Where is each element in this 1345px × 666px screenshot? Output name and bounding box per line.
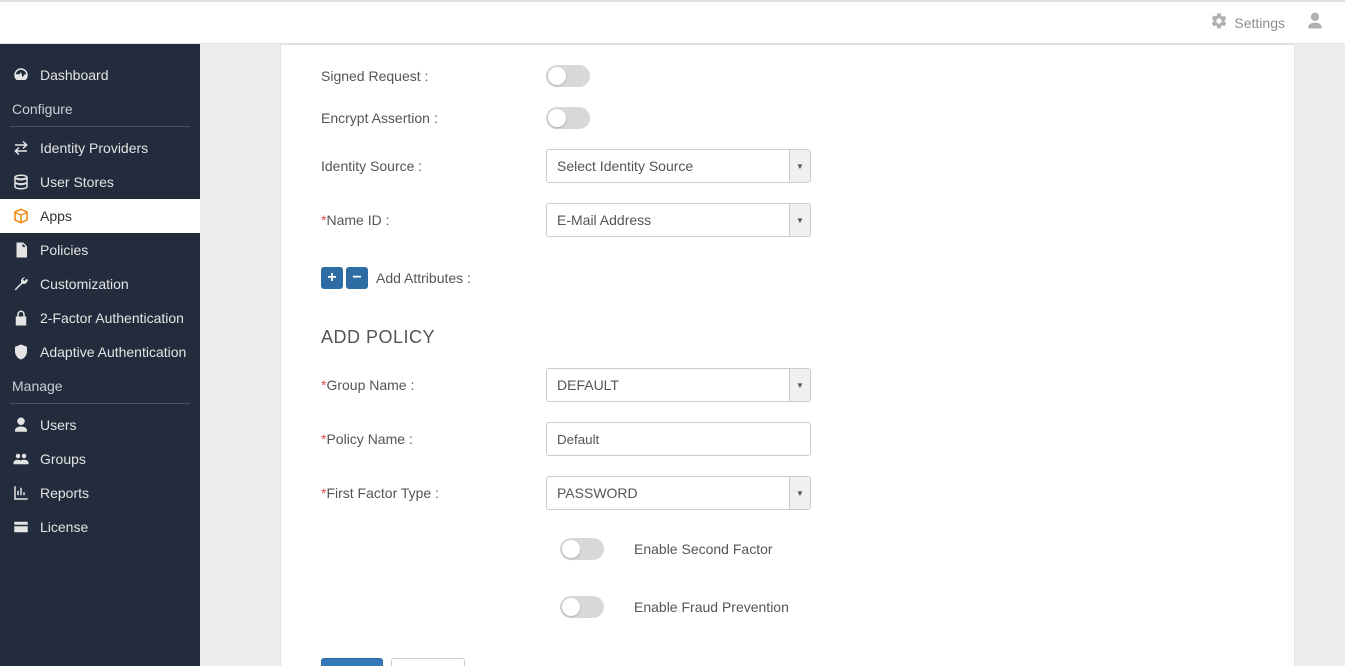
sidebar-label: Policies	[40, 242, 88, 258]
user-icon	[1305, 18, 1325, 34]
sidebar-label: Adaptive Authentication	[40, 344, 186, 360]
policy-name-input[interactable]	[546, 422, 811, 456]
sidebar-item-customization[interactable]: Customization	[0, 267, 200, 301]
identity-source-select[interactable]: Select Identity Source	[546, 149, 811, 183]
wrench-icon	[12, 275, 30, 293]
enable-second-factor-label: Enable Second Factor	[634, 541, 773, 557]
group-name-value: DEFAULT	[557, 377, 619, 393]
divider	[10, 126, 190, 127]
exchange-icon	[12, 139, 30, 157]
name-id-label: *Name ID :	[321, 212, 546, 228]
sidebar-item-dashboard[interactable]: Dashboard	[0, 58, 200, 92]
name-id-select[interactable]: E-Mail Address	[546, 203, 811, 237]
sidebar-item-policies[interactable]: Policies	[0, 233, 200, 267]
first-factor-value: PASSWORD	[557, 485, 638, 501]
user-icon	[12, 416, 30, 434]
sidebar-item-reports[interactable]: Reports	[0, 476, 200, 510]
settings-label: Settings	[1234, 15, 1285, 31]
sidebar-item-2fa[interactable]: 2-Factor Authentication	[0, 301, 200, 335]
sidebar-label: Groups	[40, 451, 86, 467]
lock-icon	[12, 309, 30, 327]
sidebar-label: 2-Factor Authentication	[40, 310, 184, 326]
chart-icon	[12, 484, 30, 502]
sidebar-label: Customization	[40, 276, 129, 292]
dashboard-icon	[12, 66, 30, 84]
sidebar-label: Dashboard	[40, 67, 109, 83]
group-name-select[interactable]: DEFAULT	[546, 368, 811, 402]
enable-second-factor-toggle[interactable]	[560, 538, 604, 560]
form-card: Signed Request : Encrypt Assertion : Ide…	[280, 44, 1295, 666]
database-icon	[12, 173, 30, 191]
group-icon	[12, 450, 30, 468]
name-id-value: E-Mail Address	[557, 212, 651, 228]
remove-attribute-button[interactable]: −	[346, 267, 368, 289]
divider	[10, 403, 190, 404]
sidebar-label: User Stores	[40, 174, 114, 190]
box-icon	[12, 207, 30, 225]
save-button[interactable]: Save	[321, 658, 383, 666]
shield-icon	[12, 343, 30, 361]
first-factor-select[interactable]: PASSWORD	[546, 476, 811, 510]
cancel-button[interactable]: Cancel	[391, 658, 465, 666]
sidebar: Dashboard Configure Identity Providers U…	[0, 44, 200, 666]
user-menu[interactable]	[1305, 11, 1325, 34]
sidebar-item-user-stores[interactable]: User Stores	[0, 165, 200, 199]
sidebar-item-license[interactable]: License	[0, 510, 200, 544]
sidebar-item-apps[interactable]: Apps	[0, 199, 200, 233]
identity-source-label: Identity Source :	[321, 158, 546, 174]
settings-link[interactable]: Settings	[1210, 12, 1285, 33]
document-icon	[12, 241, 30, 259]
identity-source-value: Select Identity Source	[557, 158, 693, 174]
sidebar-section-configure: Configure	[0, 92, 200, 126]
add-attribute-button[interactable]: +	[321, 267, 343, 289]
sidebar-label: License	[40, 519, 88, 535]
gear-icon	[1210, 12, 1234, 33]
policy-name-label: *Policy Name :	[321, 431, 546, 447]
sidebar-item-adaptive-auth[interactable]: Adaptive Authentication	[0, 335, 200, 369]
sidebar-label: Apps	[40, 208, 72, 224]
sidebar-item-users[interactable]: Users	[0, 408, 200, 442]
topbar: Settings	[0, 0, 1345, 44]
encrypt-assertion-label: Encrypt Assertion :	[321, 110, 546, 126]
sidebar-section-manage: Manage	[0, 369, 200, 403]
add-attributes-label: Add Attributes :	[376, 270, 471, 286]
enable-fraud-prevention-label: Enable Fraud Prevention	[634, 599, 789, 615]
sidebar-label: Reports	[40, 485, 89, 501]
first-factor-label: *First Factor Type :	[321, 485, 546, 501]
sidebar-label: Identity Providers	[40, 140, 148, 156]
signed-request-label: Signed Request :	[321, 68, 546, 84]
main-content: Signed Request : Encrypt Assertion : Ide…	[200, 44, 1345, 666]
sidebar-item-identity-providers[interactable]: Identity Providers	[0, 131, 200, 165]
signed-request-toggle[interactable]	[546, 65, 590, 87]
encrypt-assertion-toggle[interactable]	[546, 107, 590, 129]
add-policy-heading: ADD POLICY	[321, 327, 1254, 348]
card-icon	[12, 518, 30, 536]
group-name-label: *Group Name :	[321, 377, 546, 393]
enable-fraud-prevention-toggle[interactable]	[560, 596, 604, 618]
sidebar-item-groups[interactable]: Groups	[0, 442, 200, 476]
sidebar-label: Users	[40, 417, 77, 433]
